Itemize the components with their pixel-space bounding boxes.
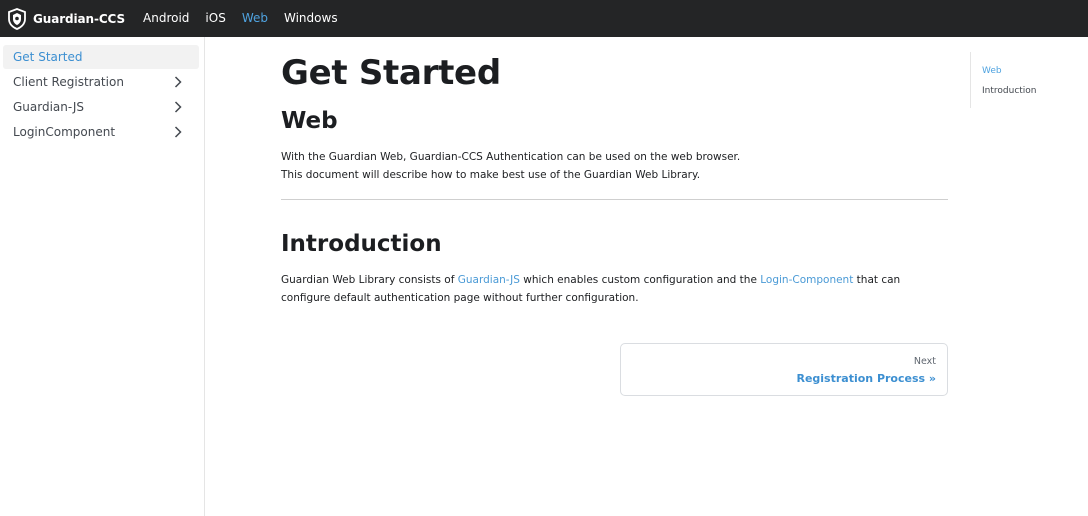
- next-page-link[interactable]: Next Registration Process »: [620, 343, 948, 396]
- sidebar-item-client-registration[interactable]: Client Registration: [3, 70, 199, 94]
- nav-link-windows[interactable]: Windows: [284, 0, 338, 37]
- toc-item-introduction[interactable]: Introduction: [982, 81, 1088, 101]
- brand-link[interactable]: Guardian-CCS: [7, 0, 125, 37]
- introduction-paragraph: Guardian Web Library consists of Guardia…: [281, 271, 948, 307]
- page-title: Get Started: [281, 53, 501, 93]
- section-heading-introduction: Introduction: [281, 231, 442, 257]
- intro-text: Guardian Web Library consists of: [281, 274, 458, 286]
- chevron-right-icon[interactable]: [171, 100, 185, 114]
- section-heading-web: Web: [281, 108, 338, 134]
- sidebar-item-logincomponent[interactable]: LoginComponent: [3, 120, 199, 144]
- web-paragraph-2: This document will describe how to make …: [281, 169, 701, 181]
- sidebar-item-guardian-js[interactable]: Guardian-JS: [3, 95, 199, 119]
- intro-text: which enables custom configuration and t…: [519, 274, 761, 286]
- nav-link-web[interactable]: Web: [242, 0, 268, 37]
- sidebar: Get Started Client Registration Guardian…: [0, 37, 205, 516]
- sidebar-item-label: Client Registration: [13, 75, 124, 89]
- web-paragraph-1: With the Guardian Web, Guardian-CCS Auth…: [281, 151, 741, 163]
- main-content: Get Started Web With the Guardian Web, G…: [281, 37, 948, 396]
- sidebar-item-label: Get Started: [13, 50, 83, 64]
- shield-logo-icon: [7, 7, 27, 30]
- nav-link-ios[interactable]: iOS: [205, 0, 225, 37]
- sidebar-item-label: LoginComponent: [13, 125, 116, 139]
- sidebar-item-get-started[interactable]: Get Started: [3, 45, 199, 69]
- pager-title: Registration Process »: [796, 372, 936, 385]
- brand-title: Guardian-CCS: [33, 11, 126, 26]
- top-navbar: Guardian-CCS Android iOS Web Windows: [0, 0, 1088, 37]
- sidebar-item-label: Guardian-JS: [13, 100, 85, 114]
- section-divider: [281, 199, 948, 200]
- chevron-right-icon[interactable]: [171, 125, 185, 139]
- nav-link-android[interactable]: Android: [143, 0, 189, 37]
- chevron-right-icon[interactable]: [171, 75, 185, 89]
- table-of-contents: Web Introduction: [970, 52, 1088, 108]
- login-component-link[interactable]: Login-Component: [760, 274, 853, 286]
- pager-sublabel: Next: [913, 356, 936, 367]
- guardian-js-link[interactable]: Guardian-JS: [458, 274, 520, 286]
- toc-item-web[interactable]: Web: [982, 61, 1088, 81]
